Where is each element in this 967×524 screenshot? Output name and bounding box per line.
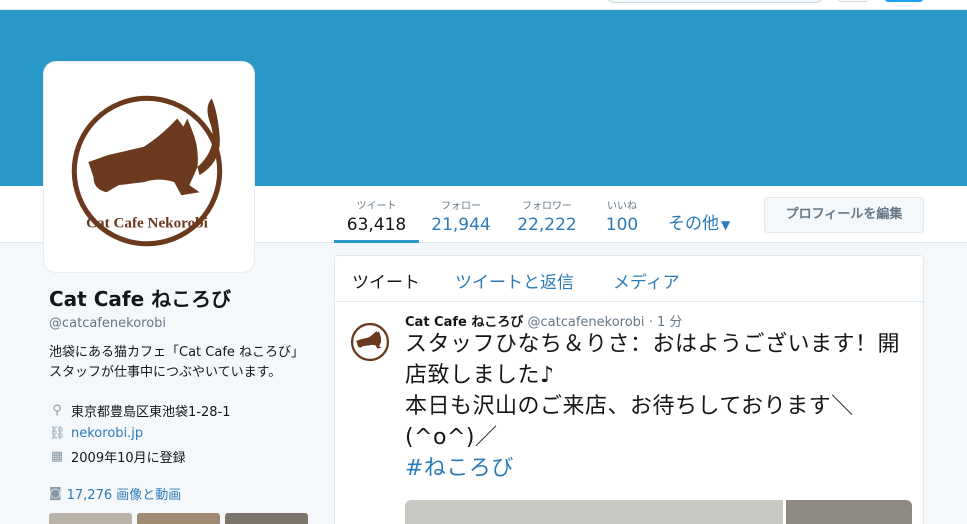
stat-label: ツイート: [356, 201, 397, 212]
stat-value: 100: [605, 215, 639, 235]
map-pin-icon: ⚲: [52, 403, 62, 418]
media-count: 17,276 画像と動画: [66, 488, 182, 503]
tweet-photo[interactable]: [405, 500, 783, 524]
timeline: ツイート ツイートと返信 メディア Cat Cafe ねころび @catcafe…: [334, 255, 924, 524]
profile-card: Cat Cafe ねころび @catcafenekorobi 池袋にある猫カフェ…: [49, 283, 319, 503]
top-nav: [0, 0, 967, 10]
more-dropdown[interactable]: その他 ▼: [668, 209, 730, 234]
profile-handle[interactable]: @catcafenekorobi: [49, 316, 319, 331]
tweet-compose-button[interactable]: [885, 0, 923, 2]
chevron-down-icon: ▼: [721, 218, 731, 232]
cat-cafe-logo: [350, 322, 390, 362]
calendar-icon: ▦: [50, 449, 64, 464]
tab-media[interactable]: メディア: [613, 268, 680, 293]
tweet-photo[interactable]: [786, 500, 912, 524]
website-link[interactable]: nekorobi.jp: [71, 426, 143, 441]
profile-avatar[interactable]: Cat Cafe Nekorobi: [44, 62, 254, 272]
tweet-author-name[interactable]: Cat Cafe ねころび: [405, 315, 523, 330]
tab-tweets[interactable]: ツイート: [352, 268, 420, 293]
tweet-hashtag[interactable]: #ねころび: [405, 453, 910, 484]
tweet-body: スタッフひなち＆りさ：おはようございます！開店致しました♪ 本日も沢山のご来店、…: [405, 332, 901, 450]
stat-likes[interactable]: いいね 100: [600, 186, 644, 243]
stat-label: フォロー: [441, 201, 481, 212]
edit-profile-button[interactable]: プロフィールを編集: [764, 197, 924, 233]
media-thumbnail[interactable]: [49, 513, 132, 524]
search-input[interactable]: [606, 0, 824, 3]
location-row: ⚲ 東京都豊島区東池袋1-28-1: [49, 399, 319, 422]
timeline-tabs: ツイート ツイートと返信 メディア: [335, 256, 923, 302]
tweet-media[interactable]: [405, 500, 913, 524]
stat-label: フォロワー: [522, 201, 572, 212]
photos-videos-link[interactable]: ◙ 17,276 画像と動画: [49, 484, 319, 503]
link-icon: ⛓: [49, 426, 66, 441]
cat-cafe-logo: Cat Cafe Nekorobi: [71, 95, 223, 247]
profile-name[interactable]: Cat Cafe ねころび: [49, 283, 319, 312]
website-row: ⛓ nekorobi.jp: [49, 422, 319, 445]
stat-label: いいね: [607, 201, 637, 212]
media-thumbnail[interactable]: [225, 513, 308, 524]
logo-text: Cat Cafe Nekorobi: [86, 215, 208, 232]
stat-tweets[interactable]: ツイート 63,418: [334, 186, 419, 243]
stat-following[interactable]: フォロー 21,944: [428, 186, 494, 243]
media-thumbnail[interactable]: [137, 513, 220, 524]
tweet-author-handle[interactable]: @catcafenekorobi: [528, 315, 645, 330]
location-text: 東京都豊島区東池袋1-28-1: [71, 405, 231, 420]
profile-bio: 池袋にある猫カフェ「Cat Cafe ねころび」スタッフが仕事中につぶやいていま…: [49, 345, 305, 380]
joined-row: ▦ 2009年10月に登録: [49, 445, 319, 468]
stat-value: 63,418: [346, 215, 407, 235]
tab-tweets-replies[interactable]: ツイートと返信: [455, 268, 574, 293]
tweet-avatar[interactable]: [347, 319, 393, 365]
stat-followers[interactable]: フォロワー 22,222: [513, 186, 581, 243]
tweet-text: スタッフひなち＆りさ：おはようございます！開店致しました♪ 本日も沢山のご来店、…: [405, 329, 910, 484]
camera-icon: ◙: [49, 486, 62, 501]
direct-message-button[interactable]: [838, 0, 868, 2]
tweet-timestamp[interactable]: · 1 分: [649, 315, 683, 330]
tweet-header: Cat Cafe ねころび @catcafenekorobi · 1 分: [405, 311, 682, 330]
more-label: その他: [668, 214, 719, 234]
stat-value: 22,222: [517, 215, 577, 235]
stat-value: 21,944: [431, 215, 491, 235]
joined-text: 2009年10月に登録: [71, 451, 186, 466]
